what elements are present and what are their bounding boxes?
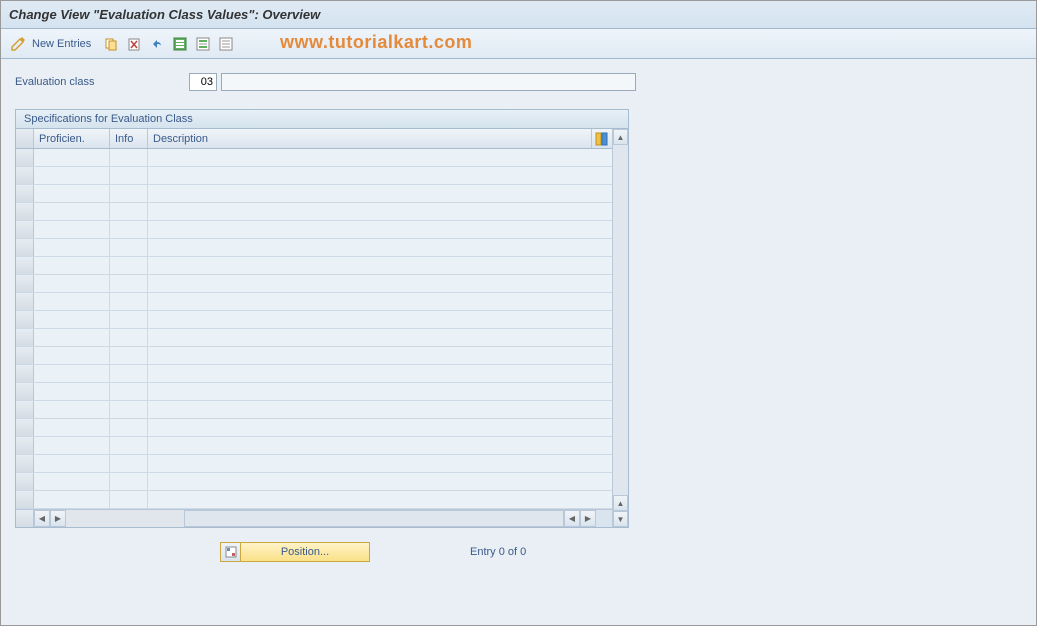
evaluation-class-label: Evaluation class xyxy=(15,76,185,88)
row-selector[interactable] xyxy=(16,347,34,364)
watermark-text: www.tutorialkart.com xyxy=(280,32,472,53)
table-row xyxy=(16,293,612,311)
vscroll-track[interactable] xyxy=(613,145,628,495)
row-selector[interactable] xyxy=(16,455,34,472)
evaluation-class-code-input[interactable] xyxy=(189,73,217,91)
row-selector[interactable] xyxy=(16,401,34,418)
table-row xyxy=(16,419,612,437)
specifications-panel: Specifications for Evaluation Class Prof… xyxy=(15,109,629,528)
table-row xyxy=(16,437,612,455)
column-header-info[interactable]: Info xyxy=(110,129,148,148)
vscroll-up-icon[interactable]: ▲ xyxy=(613,129,628,145)
delete-icon[interactable] xyxy=(125,35,143,53)
row-selector[interactable] xyxy=(16,365,34,382)
table-row xyxy=(16,365,612,383)
row-selector[interactable] xyxy=(16,149,34,166)
copy-icon[interactable] xyxy=(102,35,120,53)
table-row xyxy=(16,203,612,221)
position-button-label: Position... xyxy=(241,546,369,558)
row-selector[interactable] xyxy=(16,437,34,454)
row-selector[interactable] xyxy=(16,473,34,490)
table-settings-icon[interactable] xyxy=(592,129,612,148)
hscroll-right-icon[interactable]: ▶ xyxy=(50,510,66,527)
cell-description[interactable] xyxy=(148,149,612,166)
table-row xyxy=(16,221,612,239)
table-row xyxy=(16,473,612,491)
table-row xyxy=(16,401,612,419)
hscroll-left2-icon[interactable]: ◀ xyxy=(564,510,580,527)
change-icon[interactable] xyxy=(9,35,27,53)
table-row xyxy=(16,149,612,167)
select-all-header[interactable] xyxy=(16,129,34,148)
table-row xyxy=(16,311,612,329)
hscroll-right2-icon[interactable]: ▶ xyxy=(580,510,596,527)
select-block-icon[interactable] xyxy=(194,35,212,53)
row-selector[interactable] xyxy=(16,419,34,436)
content-area: Evaluation class Specifications for Eval… xyxy=(1,59,1036,625)
cell-info[interactable] xyxy=(110,149,148,166)
table-row xyxy=(16,455,612,473)
data-grid: Proficien. Info Description xyxy=(16,129,628,527)
row-selector[interactable] xyxy=(16,329,34,346)
new-entries-button[interactable]: New Entries xyxy=(32,38,91,50)
table-row xyxy=(16,383,612,401)
toolbar: New Entries xyxy=(1,29,1036,59)
deselect-icon[interactable] xyxy=(217,35,235,53)
title-bar: Change View "Evaluation Class Values": O… xyxy=(1,1,1036,29)
position-icon xyxy=(221,543,241,561)
grid-header-row: Proficien. Info Description xyxy=(16,129,612,149)
table-row xyxy=(16,257,612,275)
footer-row: Position... Entry 0 of 0 xyxy=(15,542,1022,562)
vscroll-down-icon[interactable]: ▼ xyxy=(613,511,628,527)
row-selector[interactable] xyxy=(16,185,34,202)
row-selector[interactable] xyxy=(16,311,34,328)
horizontal-scrollbar: ◀ ▶ ◀ ▶ xyxy=(16,509,612,527)
row-selector[interactable] xyxy=(16,491,34,508)
evaluation-class-desc-input[interactable] xyxy=(221,73,636,91)
row-selector[interactable] xyxy=(16,275,34,292)
position-button[interactable]: Position... xyxy=(220,542,370,562)
table-row xyxy=(16,275,612,293)
vscroll-up2-icon[interactable]: ▲ xyxy=(613,495,628,511)
table-row xyxy=(16,329,612,347)
row-selector[interactable] xyxy=(16,257,34,274)
grid-body xyxy=(16,149,612,509)
table-row xyxy=(16,167,612,185)
table-row xyxy=(16,239,612,257)
table-row xyxy=(16,347,612,365)
row-selector[interactable] xyxy=(16,203,34,220)
row-selector[interactable] xyxy=(16,383,34,400)
hscroll-left-icon[interactable]: ◀ xyxy=(34,510,50,527)
entry-status-text: Entry 0 of 0 xyxy=(470,546,526,558)
select-all-icon[interactable] xyxy=(171,35,189,53)
window-title: Change View "Evaluation Class Values": O… xyxy=(9,7,320,22)
evaluation-class-row: Evaluation class xyxy=(15,73,1022,91)
row-selector[interactable] xyxy=(16,167,34,184)
undo-icon[interactable] xyxy=(148,35,166,53)
row-selector[interactable] xyxy=(16,293,34,310)
column-header-proficiency[interactable]: Proficien. xyxy=(34,129,110,148)
column-header-description[interactable]: Description xyxy=(148,129,592,148)
hscroll-track[interactable] xyxy=(184,510,564,527)
row-selector[interactable] xyxy=(16,239,34,256)
table-row xyxy=(16,185,612,203)
table-row xyxy=(16,491,612,509)
row-selector[interactable] xyxy=(16,221,34,238)
cell-proficiency[interactable] xyxy=(34,149,110,166)
panel-title: Specifications for Evaluation Class xyxy=(16,110,628,129)
vertical-scrollbar: ▲ ▲ ▼ xyxy=(612,129,628,527)
